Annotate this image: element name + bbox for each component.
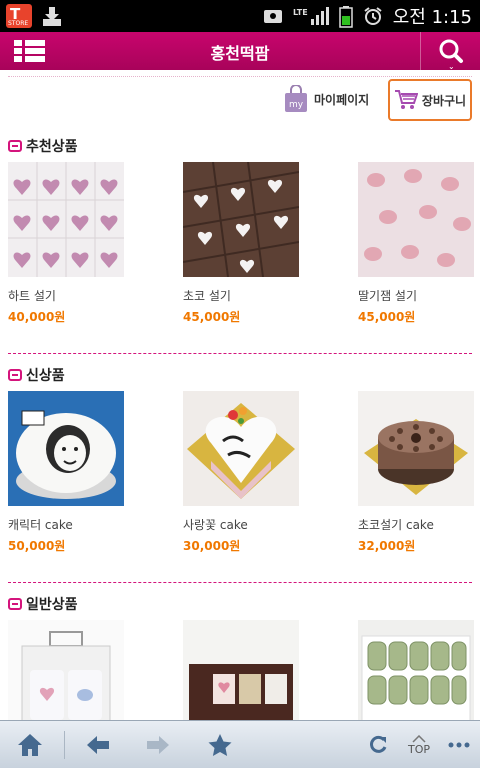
product-image[interactable] [183, 391, 299, 506]
mypage-badge-text: my [289, 100, 304, 110]
product-image[interactable] [8, 162, 124, 277]
home-button[interactable] [6, 721, 54, 768]
section-title: 일반상품 [8, 594, 78, 614]
section-badge-icon [8, 598, 22, 610]
cart-button[interactable]: 장바구니 [388, 79, 472, 121]
product-image[interactable] [8, 620, 124, 720]
product-name[interactable]: 하트 설기 [8, 287, 56, 304]
product-price: 45,000원 [358, 310, 416, 324]
product-image[interactable] [8, 391, 124, 506]
mypage-button[interactable]: my 마이페이지 [284, 84, 369, 114]
mypage-label: 마이페이지 [314, 92, 370, 107]
refresh-button[interactable] [354, 721, 402, 768]
product-price: 50,000원 [8, 539, 66, 553]
product-image[interactable] [358, 620, 474, 720]
section-general: 일반상품 [0, 594, 480, 720]
section-title-text: 일반상품 [26, 597, 78, 613]
svg-text:LTE: LTE [293, 8, 308, 17]
product-card[interactable]: 캐릭터 cake 50,000원 [8, 391, 124, 553]
section-title: 신상품 [8, 365, 65, 385]
section-title-text: 신상품 [26, 368, 65, 384]
cart-label: 장바구니 [421, 93, 467, 108]
product-card[interactable]: 초코설기 cake 32,000원 [358, 391, 474, 553]
app-header: 홍천떡팜 ⌄ [0, 32, 480, 71]
product-name[interactable]: 초코 설기 [183, 287, 231, 304]
product-card[interactable] [183, 620, 299, 720]
product-price: 40,000원 [8, 310, 66, 324]
section-new: 신상품 캐릭터 cake 50,000원 사랑꽃 cake 30,000원 초코… [0, 365, 480, 575]
product-image[interactable] [358, 162, 474, 277]
product-name[interactable]: 사랑꽃 cake [183, 516, 248, 533]
page-title: 홍천떡팜 [210, 44, 270, 63]
product-image[interactable] [183, 162, 299, 277]
more-button[interactable] [440, 721, 478, 768]
product-card[interactable] [358, 620, 474, 720]
product-price: 32,000원 [358, 539, 416, 553]
product-card[interactable] [8, 620, 124, 720]
chevron-up-icon [412, 734, 426, 743]
bookmark-star-icon [208, 734, 232, 756]
section-badge-icon [8, 369, 22, 381]
lte-signal-icon: LTE [293, 6, 329, 26]
top-label: TOP [407, 742, 430, 756]
product-name[interactable]: 딸기잼 설기 [358, 287, 417, 304]
section-badge-icon [8, 140, 22, 152]
top-actions: my 마이페이지 장바구니 [0, 70, 480, 126]
more-icon [448, 742, 470, 748]
section-divider [8, 353, 472, 354]
product-image[interactable] [183, 620, 299, 720]
shopping-bag-icon: my [285, 85, 307, 112]
bookmark-button[interactable] [196, 721, 244, 768]
home-icon [18, 734, 42, 756]
back-arrow-icon [87, 736, 109, 754]
product-price: 45,000원 [183, 310, 241, 324]
clock: 오전 1:15 [392, 7, 472, 28]
product-card[interactable]: 딸기잼 설기 45,000원 [358, 162, 474, 324]
tstore-icon: T STORE [6, 4, 32, 28]
status-bar: T STORE LTE 오전 1:15 [0, 0, 480, 32]
toolbar-separator [64, 731, 65, 759]
divider [8, 76, 472, 77]
battery-icon [338, 6, 353, 28]
screenshot-icon [263, 6, 283, 26]
back-button[interactable] [74, 721, 122, 768]
product-card[interactable]: 하트 설기 40,000원 [8, 162, 124, 324]
refresh-icon [370, 735, 387, 753]
forward-button[interactable] [134, 721, 182, 768]
top-button[interactable]: TOP [396, 721, 442, 768]
search-icon [439, 39, 463, 63]
tstore-sub: STORE [8, 20, 29, 27]
section-title: 추천상품 [8, 136, 78, 156]
product-card[interactable]: 사랑꽃 cake 30,000원 [183, 391, 299, 553]
product-name[interactable]: 초코설기 cake [358, 516, 434, 533]
product-price: 30,000원 [183, 539, 241, 553]
search-button[interactable]: ⌄ [420, 32, 480, 71]
product-image[interactable] [358, 391, 474, 506]
alarm-icon [363, 6, 383, 26]
product-name[interactable]: 캐릭터 cake [8, 516, 73, 533]
section-divider [8, 582, 472, 583]
shopping-cart-icon [394, 90, 418, 109]
section-title-text: 추천상품 [26, 139, 78, 155]
forward-arrow-icon [147, 736, 169, 754]
browser-toolbar: TOP [0, 720, 480, 768]
product-card[interactable]: 초코 설기 45,000원 [183, 162, 299, 324]
section-recommended: 추천상품 하트 설기 40,000원 초코 설기 45,000원 딸기잼 설기 … [0, 136, 480, 346]
download-icon [42, 5, 62, 27]
